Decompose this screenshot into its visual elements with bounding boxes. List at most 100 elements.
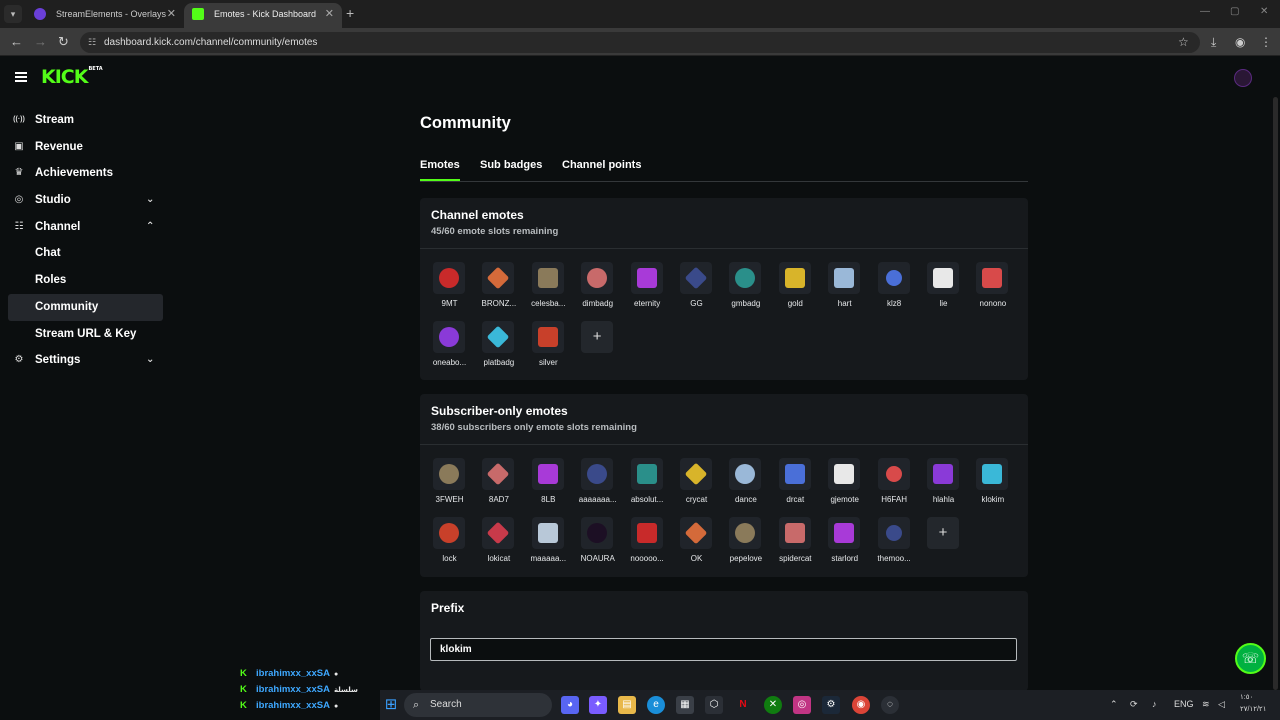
tray-date[interactable]: ٢٧/١٢/٢١: [1240, 705, 1266, 713]
downloads-icon[interactable]: ⤓: [1211, 35, 1216, 50]
tray-overflow-icon[interactable]: ⌃: [1110, 699, 1118, 710]
sidebar-item-studio[interactable]: ◎ Studio ⌄: [0, 187, 170, 214]
emote-item[interactable]: oneabo...: [425, 321, 475, 376]
tray-time[interactable]: ١:٥٠: [1240, 693, 1253, 701]
emote-item[interactable]: starlord: [820, 517, 870, 572]
network-icon[interactable]: ≋: [1202, 699, 1210, 710]
emote-item[interactable]: NOAURA: [573, 517, 623, 572]
bookmark-star-icon[interactable]: ☆: [1178, 35, 1189, 49]
emote-item[interactable]: 3FWEH: [425, 458, 475, 513]
emote-item[interactable]: spidercat: [771, 517, 821, 572]
emote-item[interactable]: BRONZ...: [474, 262, 524, 317]
app-icon[interactable]: ◌: [881, 696, 899, 714]
emote-item[interactable]: nooooo...: [623, 517, 673, 572]
emote-item[interactable]: lie: [919, 262, 969, 317]
edge-icon[interactable]: e: [647, 696, 665, 714]
user-avatar[interactable]: [1234, 69, 1252, 87]
tab-emotes[interactable]: Emotes: [420, 159, 460, 181]
emote-item[interactable]: 8LB: [524, 458, 574, 513]
emote-item[interactable]: 9MT: [425, 262, 475, 317]
sidebar-item-roles[interactable]: Roles: [0, 267, 170, 294]
emote-item[interactable]: silver: [524, 321, 574, 376]
address-bar[interactable]: ☷ dashboard.kick.com/channel/community/e…: [80, 32, 1200, 53]
app-icon[interactable]: ⬡: [705, 696, 723, 714]
emote-item[interactable]: lokicat: [474, 517, 524, 572]
chevron-up-icon[interactable]: ⌃: [146, 214, 154, 240]
emote-item[interactable]: lock: [425, 517, 475, 572]
emote-item[interactable]: dimbadg: [573, 262, 623, 317]
browser-menu-icon[interactable]: ⋮: [1260, 35, 1272, 49]
new-tab-button[interactable]: +: [346, 5, 354, 21]
tab-channel-points[interactable]: Channel points: [562, 159, 641, 171]
emote-item[interactable]: crycat: [672, 458, 722, 513]
emote-item[interactable]: gmbadg: [721, 262, 771, 317]
emote-item[interactable]: pepelove: [721, 517, 771, 572]
prefix-input[interactable]: klokim: [430, 638, 1017, 661]
sidebar-item-community[interactable]: Community: [8, 293, 163, 321]
emote-item[interactable]: eternity: [623, 262, 673, 317]
sidebar-item-stream-url-key[interactable]: Stream URL & Key: [0, 321, 170, 348]
netflix-icon[interactable]: N: [734, 696, 752, 714]
instagram-icon[interactable]: ◎: [793, 696, 811, 714]
emote-item[interactable]: gjemote: [820, 458, 870, 513]
sidebar-item-stream[interactable]: ((·)) Stream: [0, 107, 170, 134]
reload-icon[interactable]: ↻: [58, 34, 69, 50]
emote-item[interactable]: themoo...: [870, 517, 920, 572]
page-scrollbar[interactable]: [1273, 97, 1278, 690]
menu-hamburger-icon[interactable]: [15, 72, 27, 82]
emote-item[interactable]: klz8: [870, 262, 920, 317]
chevron-down-icon[interactable]: ⌄: [146, 187, 154, 213]
close-tab-icon[interactable]: ✕: [325, 3, 334, 25]
tab-sub-badges[interactable]: Sub badges: [480, 159, 542, 171]
tray-language[interactable]: ENG: [1174, 699, 1194, 709]
emote-item[interactable]: drcat: [771, 458, 821, 513]
chrome-icon[interactable]: ◉: [852, 696, 870, 714]
steam-icon[interactable]: ⚙: [822, 696, 840, 714]
emote-item[interactable]: klokim: [968, 458, 1018, 513]
add-emote-button[interactable]: +: [573, 321, 623, 376]
site-info-icon[interactable]: ☷: [88, 32, 96, 53]
back-arrow-icon[interactable]: ←: [10, 34, 23, 49]
browser-tab-kick-dashboard[interactable]: Emotes - Kick Dashboard ✕: [184, 3, 342, 28]
emote-item[interactable]: H6FAH: [870, 458, 920, 513]
minimize-window-button[interactable]: —: [1200, 6, 1210, 17]
emote-item[interactable]: dance: [721, 458, 771, 513]
emote-item[interactable]: aaaaaaa...: [573, 458, 623, 513]
emote-item[interactable]: platbadg: [474, 321, 524, 376]
emote-item[interactable]: hlahla: [919, 458, 969, 513]
browser-tab-streamelements[interactable]: StreamElements - Overlays ✕: [26, 3, 184, 28]
copilot-icon[interactable]: ✦: [589, 696, 607, 714]
add-emote-button[interactable]: +: [919, 517, 969, 572]
tray-app-icon[interactable]: ⟳: [1130, 699, 1138, 710]
maximize-window-button[interactable]: ▢: [1230, 6, 1239, 17]
emote-item[interactable]: maaaaa...: [524, 517, 574, 572]
xbox-icon[interactable]: ✕: [764, 696, 782, 714]
tab-search-dropdown[interactable]: ▾: [4, 5, 22, 23]
file-explorer-icon[interactable]: ▤: [618, 696, 636, 714]
emote-item[interactable]: absolut...: [623, 458, 673, 513]
sidebar-item-channel[interactable]: ☷ Channel ⌃: [0, 214, 170, 241]
store-icon[interactable]: ▦: [676, 696, 694, 714]
forward-arrow-icon[interactable]: →: [34, 34, 47, 49]
profile-icon[interactable]: ◉: [1235, 35, 1245, 49]
sidebar-item-achievements[interactable]: ♛ Achievements: [0, 160, 170, 187]
chevron-down-icon[interactable]: ⌄: [146, 347, 154, 373]
close-window-button[interactable]: ✕: [1260, 6, 1268, 17]
discord-icon[interactable]: ◕: [561, 696, 579, 714]
taskbar-search[interactable]: ⌕ Search: [404, 693, 552, 717]
emote-item[interactable]: hart: [820, 262, 870, 317]
emote-item[interactable]: OK: [672, 517, 722, 572]
emote-item[interactable]: gold: [771, 262, 821, 317]
windows-start-icon[interactable]: ⊞: [382, 696, 400, 714]
sidebar-item-settings[interactable]: ⚙ Settings ⌄: [0, 347, 170, 374]
close-tab-icon[interactable]: ✕: [167, 3, 176, 25]
microphone-icon[interactable]: ♪: [1152, 699, 1157, 709]
kick-logo[interactable]: KICKBETA: [41, 66, 103, 88]
emote-item[interactable]: celesba...: [524, 262, 574, 317]
volume-icon[interactable]: ◁: [1218, 699, 1225, 710]
sidebar-item-revenue[interactable]: ▣ Revenue: [0, 134, 170, 161]
emote-item[interactable]: 8AD7: [474, 458, 524, 513]
emote-item[interactable]: nonono: [968, 262, 1018, 317]
help-chat-button[interactable]: ☏: [1235, 643, 1266, 674]
emote-item[interactable]: GG: [672, 262, 722, 317]
